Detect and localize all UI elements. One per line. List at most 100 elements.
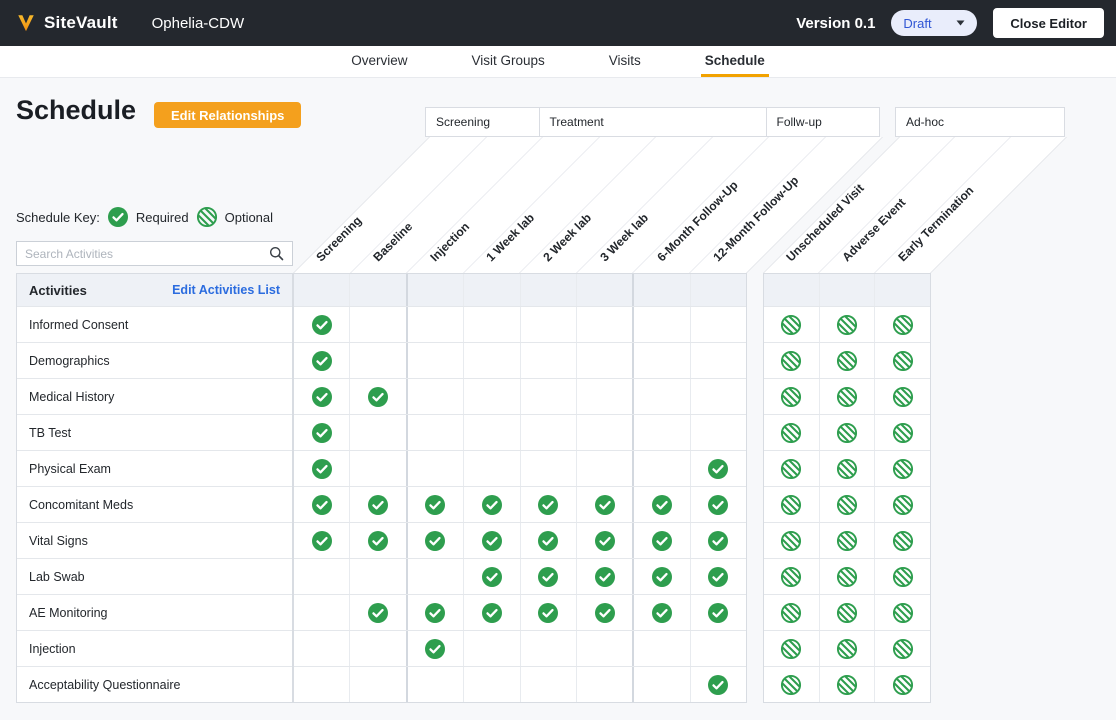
schedule-cell[interactable] xyxy=(294,451,349,486)
schedule-cell[interactable] xyxy=(463,595,519,630)
schedule-cell[interactable] xyxy=(764,451,819,486)
schedule-cell[interactable] xyxy=(819,595,875,630)
schedule-cell[interactable] xyxy=(520,631,576,666)
schedule-cell[interactable] xyxy=(632,451,689,486)
schedule-cell[interactable] xyxy=(463,631,519,666)
schedule-cell[interactable] xyxy=(576,415,632,450)
schedule-cell[interactable] xyxy=(690,523,746,558)
schedule-cell[interactable] xyxy=(819,379,875,414)
schedule-cell[interactable] xyxy=(294,667,349,702)
schedule-cell[interactable] xyxy=(576,667,632,702)
edit-activities-list-link[interactable]: Edit Activities List xyxy=(172,283,280,297)
tab-visit-groups[interactable]: Visit Groups xyxy=(467,46,548,77)
schedule-cell[interactable] xyxy=(349,487,405,522)
schedule-cell[interactable] xyxy=(819,559,875,594)
schedule-cell[interactable] xyxy=(463,379,519,414)
schedule-cell[interactable] xyxy=(463,307,519,342)
schedule-cell[interactable] xyxy=(632,487,689,522)
schedule-cell[interactable] xyxy=(406,451,463,486)
schedule-cell[interactable] xyxy=(520,379,576,414)
schedule-cell[interactable] xyxy=(764,523,819,558)
schedule-cell[interactable] xyxy=(349,343,405,378)
schedule-cell[interactable] xyxy=(819,631,875,666)
schedule-cell[interactable] xyxy=(764,307,819,342)
schedule-cell[interactable] xyxy=(632,307,689,342)
schedule-cell[interactable] xyxy=(690,667,746,702)
schedule-cell[interactable] xyxy=(874,523,930,558)
schedule-cell[interactable] xyxy=(406,415,463,450)
status-dropdown[interactable]: Draft xyxy=(891,10,977,36)
schedule-cell[interactable] xyxy=(690,559,746,594)
schedule-cell[interactable] xyxy=(294,379,349,414)
schedule-cell[interactable] xyxy=(463,451,519,486)
schedule-cell[interactable] xyxy=(406,343,463,378)
schedule-cell[interactable] xyxy=(874,487,930,522)
schedule-cell[interactable] xyxy=(294,631,349,666)
schedule-cell[interactable] xyxy=(764,379,819,414)
schedule-cell[interactable] xyxy=(576,523,632,558)
tab-overview[interactable]: Overview xyxy=(347,46,411,77)
schedule-cell[interactable] xyxy=(819,667,875,702)
schedule-cell[interactable] xyxy=(632,667,689,702)
schedule-cell[interactable] xyxy=(349,667,405,702)
schedule-cell[interactable] xyxy=(576,559,632,594)
schedule-cell[interactable] xyxy=(520,307,576,342)
schedule-cell[interactable] xyxy=(520,451,576,486)
schedule-cell[interactable] xyxy=(576,343,632,378)
schedule-cell[interactable] xyxy=(406,631,463,666)
schedule-cell[interactable] xyxy=(819,487,875,522)
schedule-cell[interactable] xyxy=(349,523,405,558)
search-activities-input[interactable] xyxy=(17,247,269,261)
schedule-cell[interactable] xyxy=(520,667,576,702)
schedule-cell[interactable] xyxy=(294,523,349,558)
schedule-cell[interactable] xyxy=(632,415,689,450)
schedule-cell[interactable] xyxy=(632,595,689,630)
schedule-cell[interactable] xyxy=(819,523,875,558)
schedule-cell[interactable] xyxy=(520,415,576,450)
schedule-cell[interactable] xyxy=(406,523,463,558)
schedule-cell[interactable] xyxy=(819,343,875,378)
schedule-cell[interactable] xyxy=(764,595,819,630)
schedule-cell[interactable] xyxy=(690,415,746,450)
schedule-cell[interactable] xyxy=(349,451,405,486)
schedule-cell[interactable] xyxy=(349,415,405,450)
schedule-cell[interactable] xyxy=(406,667,463,702)
schedule-cell[interactable] xyxy=(819,415,875,450)
schedule-cell[interactable] xyxy=(406,307,463,342)
schedule-cell[interactable] xyxy=(463,667,519,702)
schedule-cell[interactable] xyxy=(463,343,519,378)
schedule-cell[interactable] xyxy=(874,631,930,666)
schedule-cell[interactable] xyxy=(764,559,819,594)
schedule-cell[interactable] xyxy=(874,379,930,414)
schedule-cell[interactable] xyxy=(349,307,405,342)
tab-schedule[interactable]: Schedule xyxy=(701,46,769,77)
schedule-cell[interactable] xyxy=(764,487,819,522)
schedule-cell[interactable] xyxy=(576,451,632,486)
schedule-cell[interactable] xyxy=(690,487,746,522)
schedule-cell[interactable] xyxy=(349,379,405,414)
schedule-cell[interactable] xyxy=(874,343,930,378)
schedule-cell[interactable] xyxy=(520,559,576,594)
schedule-cell[interactable] xyxy=(874,415,930,450)
schedule-cell[interactable] xyxy=(576,379,632,414)
schedule-cell[interactable] xyxy=(632,559,689,594)
schedule-cell[interactable] xyxy=(520,343,576,378)
schedule-cell[interactable] xyxy=(576,487,632,522)
schedule-cell[interactable] xyxy=(819,451,875,486)
schedule-cell[interactable] xyxy=(819,307,875,342)
schedule-cell[interactable] xyxy=(874,307,930,342)
schedule-cell[interactable] xyxy=(764,415,819,450)
schedule-cell[interactable] xyxy=(520,487,576,522)
schedule-cell[interactable] xyxy=(632,631,689,666)
schedule-cell[interactable] xyxy=(349,559,405,594)
schedule-cell[interactable] xyxy=(576,307,632,342)
schedule-cell[interactable] xyxy=(463,559,519,594)
schedule-cell[interactable] xyxy=(632,379,689,414)
schedule-cell[interactable] xyxy=(874,451,930,486)
schedule-cell[interactable] xyxy=(632,343,689,378)
schedule-cell[interactable] xyxy=(406,559,463,594)
schedule-cell[interactable] xyxy=(520,523,576,558)
schedule-cell[interactable] xyxy=(874,559,930,594)
tab-visits[interactable]: Visits xyxy=(605,46,645,77)
schedule-cell[interactable] xyxy=(690,595,746,630)
